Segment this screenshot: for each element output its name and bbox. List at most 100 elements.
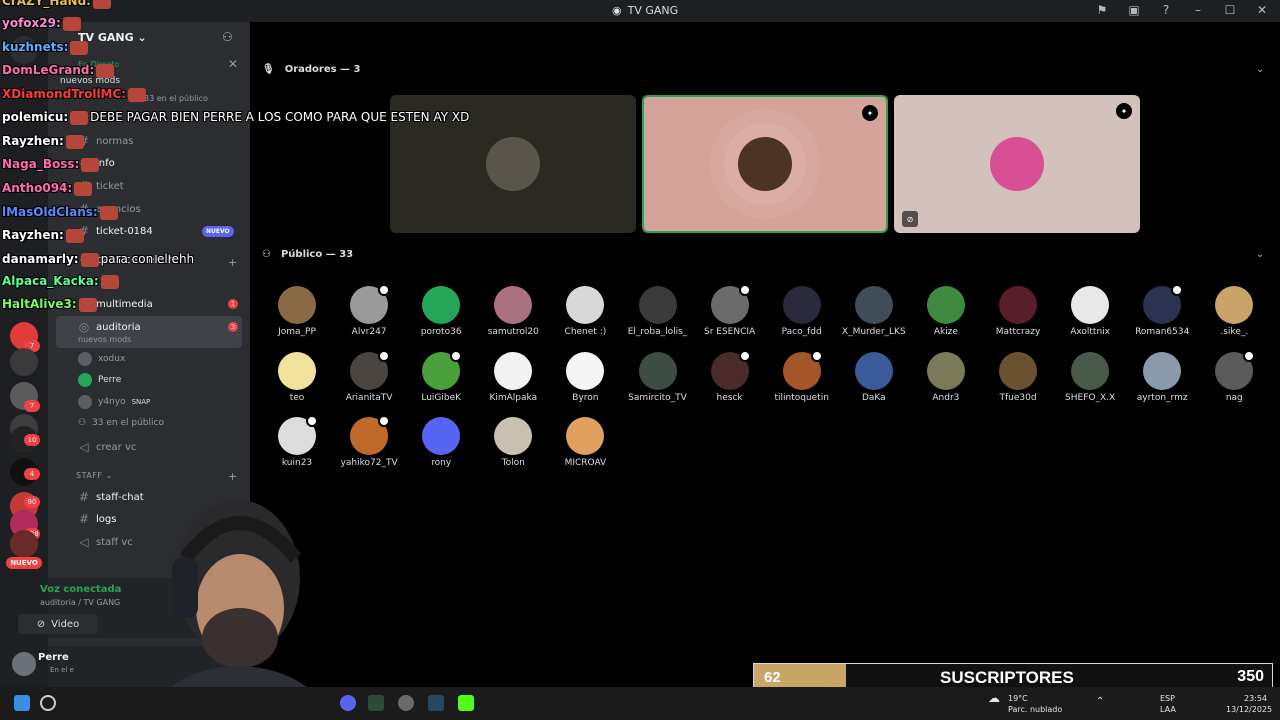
mic-icon: 🎙︎ xyxy=(262,64,275,75)
channel-staff-vc[interactable]: ◁ staff vc xyxy=(78,533,132,551)
language[interactable]: ESP xyxy=(1160,694,1175,703)
audience-member[interactable]: ArianitaTV xyxy=(333,349,405,403)
audience-member[interactable]: KimAlpaka xyxy=(477,351,549,403)
audience-member[interactable]: kuin23 xyxy=(261,415,333,468)
audience-member[interactable]: hesck xyxy=(694,349,766,403)
audience-member[interactable]: Chenet :) xyxy=(549,286,621,337)
inbox-icon[interactable]: ⚑ xyxy=(1094,3,1110,17)
close-icon[interactable]: ✕ xyxy=(228,57,238,71)
chat-message: Antho094: xyxy=(2,181,94,196)
audience-member[interactable]: Axolttnix xyxy=(1054,286,1126,337)
speakers-header[interactable]: 🎙︎ Oradores — 3 xyxy=(262,64,361,75)
audience-name: yahiko72_TV xyxy=(340,458,398,468)
emote-icon xyxy=(70,110,89,125)
tray-chevron-icon[interactable]: ⌃ xyxy=(1096,696,1104,707)
avatar xyxy=(566,286,605,324)
video-button[interactable]: ⊘ Video xyxy=(18,614,98,634)
audience-member[interactable]: Sr ESENCIA xyxy=(694,284,766,337)
audience-member[interactable]: tilintoquetin xyxy=(766,349,838,403)
audience-header[interactable]: ⚇ Público — 33 xyxy=(262,249,353,260)
audience-member[interactable]: Andr3 xyxy=(910,351,982,403)
audience-name: teo xyxy=(289,392,305,403)
channel-logs[interactable]: # logs xyxy=(78,510,117,528)
audience-member[interactable]: LuiGibeK xyxy=(405,349,477,403)
screen-icon[interactable]: ▣ xyxy=(1126,3,1142,17)
invite-icon[interactable]: ⚇ xyxy=(222,30,233,44)
avatar xyxy=(638,351,677,390)
audience-member[interactable]: Samircito_TV xyxy=(622,351,694,403)
audience-member[interactable]: poroto36 xyxy=(405,286,477,337)
audience-member[interactable]: Joma_PP xyxy=(261,286,333,337)
audience-member[interactable]: ayrton_rmz xyxy=(1126,351,1198,403)
member-xodux[interactable]: xodux xyxy=(78,351,125,367)
avatar[interactable] xyxy=(12,652,36,676)
hash-icon: # xyxy=(78,512,90,526)
channel-crear-vc[interactable]: ◁ crear vc xyxy=(78,438,136,456)
discord-icon[interactable] xyxy=(340,695,356,711)
audience-member[interactable]: nag xyxy=(1198,349,1270,403)
stage-name[interactable]: nuevos mods xyxy=(60,76,120,86)
channel-normas[interactable]: # normas xyxy=(78,132,134,150)
audience-name: El_roba_lolis_ xyxy=(627,327,688,337)
avatar xyxy=(278,286,316,324)
app-icon[interactable] xyxy=(398,695,414,711)
audience-member[interactable]: El_roba_lolis_ xyxy=(622,286,694,337)
avatar xyxy=(1143,351,1182,390)
avatar xyxy=(494,417,533,455)
audience-name: .sike_. xyxy=(1220,327,1249,337)
channel-ticket-0184[interactable]: # ticket-0184 xyxy=(78,222,153,240)
audience-member[interactable]: rony xyxy=(405,417,477,468)
close-button[interactable]: ✕ xyxy=(1254,3,1270,17)
avatar xyxy=(990,137,1044,191)
speaker-tile[interactable]: ✦ ⊘ xyxy=(894,95,1140,233)
chevron-down-icon[interactable]: ⌄ xyxy=(1256,64,1264,75)
server-icon-9[interactable] xyxy=(10,530,38,558)
moderator-icon xyxy=(738,284,751,296)
app-icon[interactable] xyxy=(368,695,384,711)
member-perre[interactable]: Perre xyxy=(78,372,121,388)
emote-icon xyxy=(92,0,111,9)
minimize-button[interactable]: – xyxy=(1190,3,1206,17)
moderator-icon xyxy=(378,349,391,362)
audience-member[interactable]: Tolon xyxy=(477,417,549,468)
chevron-down-icon[interactable]: ⌄ xyxy=(1256,249,1264,260)
audience-member[interactable]: Roman6534 xyxy=(1126,284,1198,337)
audience-member[interactable]: SHEFO_X.X xyxy=(1054,351,1126,403)
audience-name: LuiGibeK xyxy=(421,392,462,403)
speaker-tile[interactable]: ✦ xyxy=(642,95,888,233)
audience-member[interactable]: .sike_. xyxy=(1198,286,1270,337)
add-icon[interactable]: + xyxy=(228,256,237,269)
audience-member[interactable]: Paco_fdd xyxy=(766,286,838,337)
audience-member[interactable]: Byron xyxy=(549,351,621,403)
category-staff[interactable]: STAFF ⌄ xyxy=(76,471,113,480)
clock-date[interactable]: 13/12/2025 xyxy=(1226,705,1272,714)
moderator-icon xyxy=(378,415,391,427)
search-icon[interactable] xyxy=(40,695,56,711)
audience-member[interactable]: X_Murder_LKS xyxy=(838,286,910,337)
clock-time[interactable]: 23:54 xyxy=(1244,694,1267,703)
chat-username: kuzhnets: xyxy=(2,40,69,54)
audience-member[interactable]: Akize xyxy=(910,286,982,337)
maximize-button[interactable]: ☐ xyxy=(1222,3,1238,17)
steam-icon[interactable] xyxy=(428,695,444,711)
server-icon-2[interactable] xyxy=(10,348,38,376)
voice-channel[interactable]: auditoria / TV GANG xyxy=(40,598,120,607)
start-icon[interactable] xyxy=(14,695,30,711)
audience-member[interactable]: samutrol20 xyxy=(477,286,549,337)
member-y4nyo[interactable]: y4nyo SNAP xyxy=(78,394,150,410)
help-icon[interactable]: ? xyxy=(1158,3,1174,17)
channel-auditoria[interactable]: ◎ auditoria 3 xyxy=(78,318,238,336)
audience-member[interactable]: MICROAV xyxy=(549,417,621,468)
audience-member[interactable]: Alvr247 xyxy=(333,284,405,337)
audience-count[interactable]: ⚇ 33 en el público xyxy=(78,415,164,431)
kick-icon[interactable] xyxy=(458,695,474,711)
audience-member[interactable]: teo xyxy=(261,351,333,403)
avatar xyxy=(422,417,461,455)
add-icon[interactable]: + xyxy=(228,470,237,483)
audience-member[interactable]: Mattcrazy xyxy=(982,286,1054,337)
moderator-icon xyxy=(810,349,823,362)
audience-member[interactable]: DaKa xyxy=(838,351,910,403)
audience-member[interactable]: Tfue30d xyxy=(982,351,1054,403)
audience-member[interactable]: yahiko72_TV xyxy=(333,415,405,468)
avatar xyxy=(78,352,92,366)
